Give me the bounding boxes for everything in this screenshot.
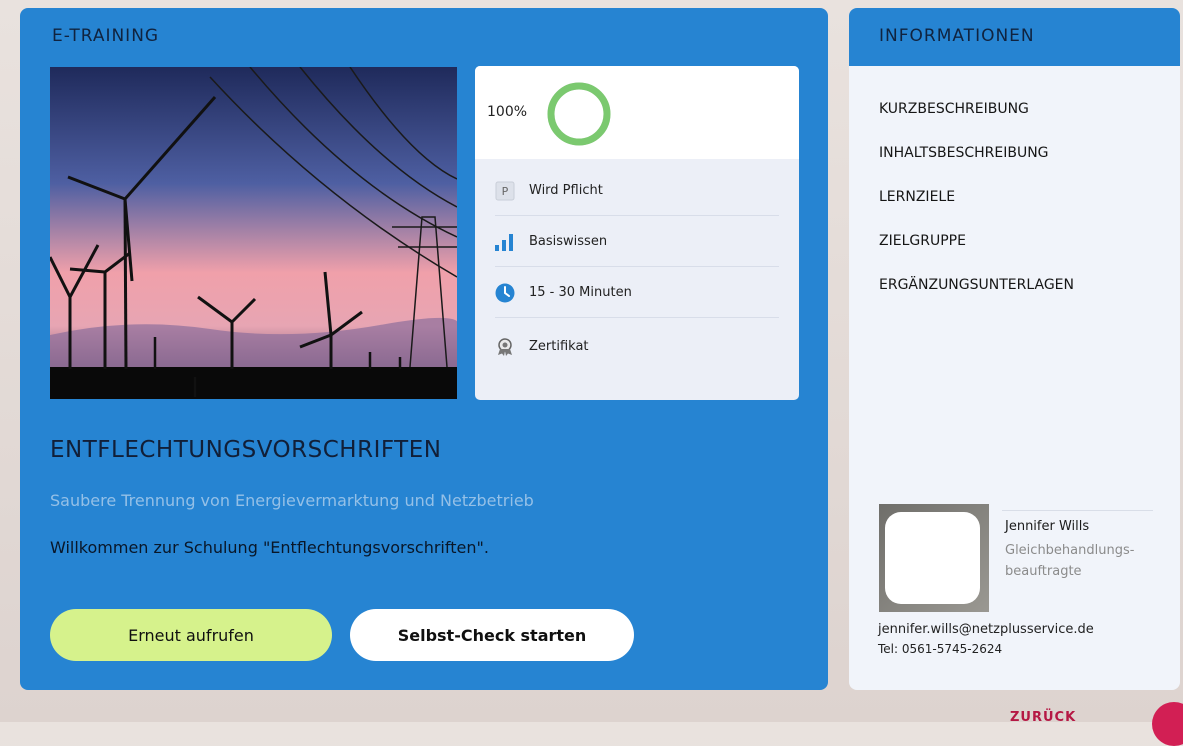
mandatory-label: Wird Pflicht [529, 183, 603, 198]
e-training-card: E-TRAINING 100% P Wird Pflicht Basiswiss… [20, 8, 828, 690]
info-row-duration: 15 - 30 Minuten [495, 267, 779, 318]
progress-label: 100% [487, 104, 528, 120]
link-inhaltsbeschreibung[interactable]: INHALTSBESCHREIBUNG [879, 144, 1074, 162]
clock-icon [495, 283, 515, 303]
contact-phone: Tel: 0561-5745-2624 [878, 642, 1003, 656]
signal-bars-icon [495, 232, 515, 252]
wind-turbine-image [50, 67, 457, 399]
information-card: INFORMATIONEN KURZBESCHREIBUNG INHALTSBE… [849, 8, 1180, 690]
course-subtitle: Saubere Trennung von Energievermarktung … [50, 491, 534, 510]
certificate-icon [495, 337, 515, 357]
training-info-box: 100% P Wird Pflicht Basiswissen 15 - 30 … [475, 66, 799, 400]
self-check-button[interactable]: Selbst-Check starten [350, 609, 634, 661]
link-kurzbeschreibung[interactable]: KURZBESCHREIBUNG [879, 100, 1074, 118]
information-nav: KURZBESCHREIBUNG INHALTSBESCHREIBUNG LER… [879, 100, 1074, 320]
info-row-certificate: Zertifikat [495, 321, 779, 371]
info-row-mandatory: P Wird Pflicht [495, 165, 779, 216]
course-title: ENTFLECHTUNGSVORSCHRIFTEN [50, 437, 442, 463]
back-circle-button[interactable] [1152, 702, 1183, 746]
information-title: INFORMATIONEN [879, 26, 1035, 46]
certificate-label: Zertifikat [529, 339, 589, 354]
back-link[interactable]: ZURÜCK [1010, 710, 1076, 725]
contact-avatar [879, 504, 989, 612]
reopen-button[interactable]: Erneut aufrufen [50, 609, 332, 661]
p-badge-icon: P [495, 181, 515, 201]
svg-text:P: P [502, 185, 509, 198]
link-zielgruppe[interactable]: ZIELGRUPPE [879, 232, 1074, 250]
contact-email[interactable]: jennifer.wills@netzplusservice.de [878, 622, 1094, 637]
link-ergaenzungsunterlagen[interactable]: ERGÄNZUNGSUNTERLAGEN [879, 276, 1074, 294]
link-lernziele[interactable]: LERNZIELE [879, 188, 1074, 206]
progress-section: 100% [475, 66, 799, 159]
information-header: INFORMATIONEN [849, 8, 1180, 66]
contact-name: Jennifer Wills [1005, 519, 1090, 534]
level-label: Basiswissen [529, 234, 608, 249]
info-row-level: Basiswissen [495, 216, 779, 267]
progress-ring [547, 82, 611, 146]
welcome-text: Willkommen zur Schulung "Entflechtungsvo… [50, 538, 489, 557]
contact-role: Gleichbehandlungs-beauftragte [1005, 543, 1135, 579]
duration-label: 15 - 30 Minuten [529, 285, 632, 300]
contact-divider [1002, 510, 1153, 511]
section-title: E-TRAINING [52, 26, 160, 46]
